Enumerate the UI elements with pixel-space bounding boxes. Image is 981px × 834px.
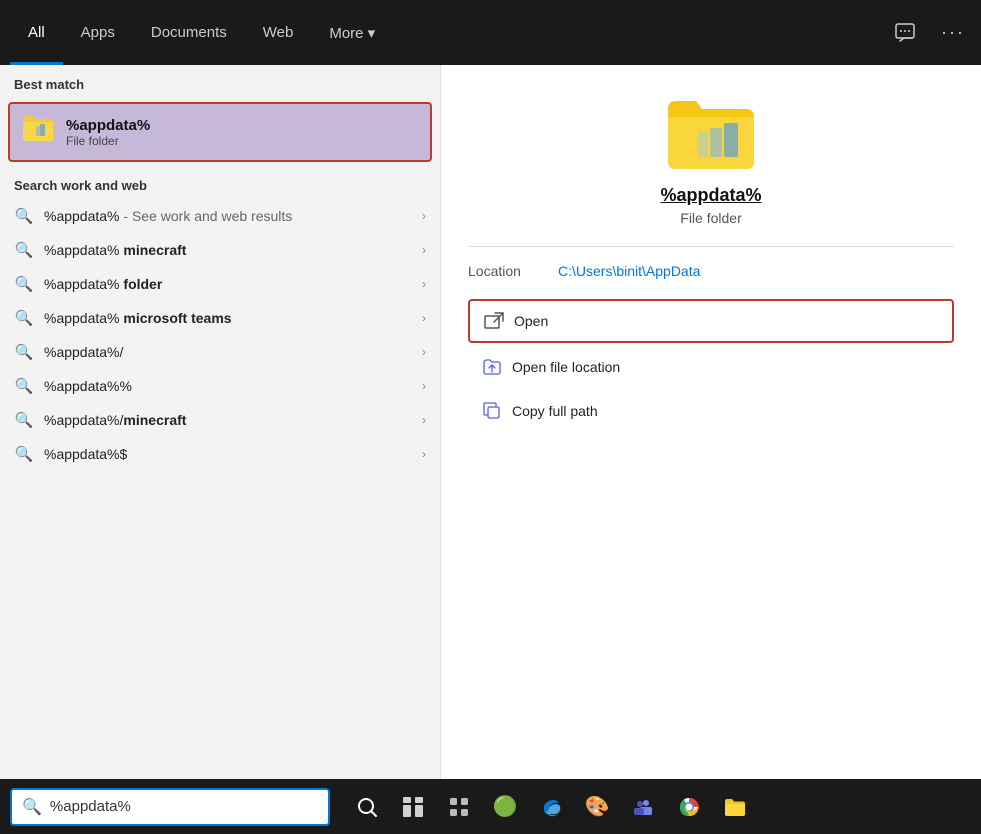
search-icon-5: 🔍 (14, 377, 34, 395)
suggestion-text-4: %appdata%/ (44, 344, 412, 360)
taskbar-paint-icon[interactable]: 🎨 (576, 786, 618, 828)
taskbar-spotify-icon[interactable]: 🟢 (484, 786, 526, 828)
suggestion-text-2: %appdata% folder (44, 276, 412, 292)
arrow-icon-4: › (422, 345, 426, 359)
right-subtitle: File folder (680, 210, 741, 226)
suggestion-text-6: %appdata%/minecraft (44, 412, 412, 428)
open-icon (484, 311, 504, 331)
suggestion-5[interactable]: 🔍 %appdata%% › (0, 369, 440, 403)
search-icon-0: 🔍 (14, 207, 34, 225)
suggestion-7[interactable]: 🔍 %appdata%$ › (0, 437, 440, 471)
folder-icon-large (666, 95, 756, 175)
best-match-item[interactable]: %appdata% File folder (8, 102, 432, 162)
best-match-info: %appdata% File folder (66, 117, 150, 148)
suggestion-4[interactable]: 🔍 %appdata%/ › (0, 335, 440, 369)
top-nav: All Apps Documents Web More ▾ ··· (0, 0, 981, 65)
folder-icon-small (22, 114, 54, 150)
main-content: Best match %appdata% File folder Search … (0, 65, 981, 779)
search-icon-3: 🔍 (14, 309, 34, 327)
suggestion-3[interactable]: 🔍 %appdata% microsoft teams › (0, 301, 440, 335)
copy-full-path-button[interactable]: Copy full path (468, 391, 954, 431)
left-panel: Best match %appdata% File folder Search … (0, 65, 440, 779)
arrow-icon-7: › (422, 447, 426, 461)
tab-more[interactable]: More ▾ (311, 0, 393, 65)
more-icon[interactable]: ··· (935, 15, 971, 51)
search-web-label: Search work and web (0, 166, 440, 199)
suggestion-0[interactable]: 🔍 %appdata% - See work and web results › (0, 199, 440, 233)
open-file-location-icon (482, 357, 502, 377)
taskbar-search-icon: 🔍 (22, 797, 42, 817)
arrow-icon-3: › (422, 311, 426, 325)
taskbar-task-view-icon[interactable] (392, 786, 434, 828)
right-divider (468, 246, 954, 247)
copy-full-path-label: Copy full path (512, 403, 598, 419)
nav-right-icons: ··· (887, 15, 971, 51)
right-title: %appdata% (660, 185, 761, 206)
suggestion-text-0: %appdata% - See work and web results (44, 208, 412, 224)
nav-tabs: All Apps Documents Web More ▾ (10, 0, 393, 65)
right-panel: %appdata% File folder Location C:\Users\… (440, 65, 981, 779)
location-label: Location (468, 263, 538, 279)
open-file-location-label: Open file location (512, 359, 620, 375)
suggestion-text-3: %appdata% microsoft teams (44, 310, 412, 326)
tab-documents[interactable]: Documents (133, 0, 245, 65)
arrow-icon-5: › (422, 379, 426, 393)
search-icon-2: 🔍 (14, 275, 34, 293)
suggestion-2[interactable]: 🔍 %appdata% folder › (0, 267, 440, 301)
arrow-icon-0: › (422, 209, 426, 223)
tab-all[interactable]: All (10, 0, 63, 65)
suggestion-text-1: %appdata% minecraft (44, 242, 412, 258)
open-file-location-button[interactable]: Open file location (468, 347, 954, 387)
search-icon-1: 🔍 (14, 241, 34, 259)
suggestion-text-5: %appdata%% (44, 378, 412, 394)
tab-web[interactable]: Web (245, 0, 312, 65)
location-row: Location C:\Users\binit\AppData (468, 263, 954, 279)
taskbar-edge-icon[interactable] (530, 786, 572, 828)
best-match-type: File folder (66, 134, 150, 148)
taskbar: 🔍 %appdata% 🟢 (0, 779, 981, 834)
feedback-icon[interactable] (887, 15, 923, 51)
taskbar-chrome-icon[interactable] (668, 786, 710, 828)
tab-apps[interactable]: Apps (63, 0, 133, 65)
best-match-label: Best match (0, 65, 440, 98)
arrow-icon-2: › (422, 277, 426, 291)
taskbar-explorer-icon[interactable] (714, 786, 756, 828)
taskbar-icons: 🟢 🎨 (346, 786, 756, 828)
arrow-icon-1: › (422, 243, 426, 257)
location-value[interactable]: C:\Users\binit\AppData (558, 263, 700, 279)
copy-full-path-icon (482, 401, 502, 421)
taskbar-teams-icon[interactable] (622, 786, 664, 828)
taskbar-search-btn[interactable] (346, 786, 388, 828)
suggestion-text-7: %appdata%$ (44, 446, 412, 462)
right-actions: Open Open file location (468, 299, 954, 431)
taskbar-search-box[interactable]: 🔍 %appdata% (10, 788, 330, 826)
open-label: Open (514, 313, 548, 329)
search-icon-6: 🔍 (14, 411, 34, 429)
search-icon-4: 🔍 (14, 343, 34, 361)
search-icon-7: 🔍 (14, 445, 34, 463)
taskbar-search-input[interactable]: %appdata% (50, 798, 318, 815)
suggestion-1[interactable]: 🔍 %appdata% minecraft › (0, 233, 440, 267)
best-match-name: %appdata% (66, 117, 150, 134)
taskbar-widgets-icon[interactable] (438, 786, 480, 828)
suggestion-6[interactable]: 🔍 %appdata%/minecraft › (0, 403, 440, 437)
open-button[interactable]: Open (468, 299, 954, 343)
arrow-icon-6: › (422, 413, 426, 427)
